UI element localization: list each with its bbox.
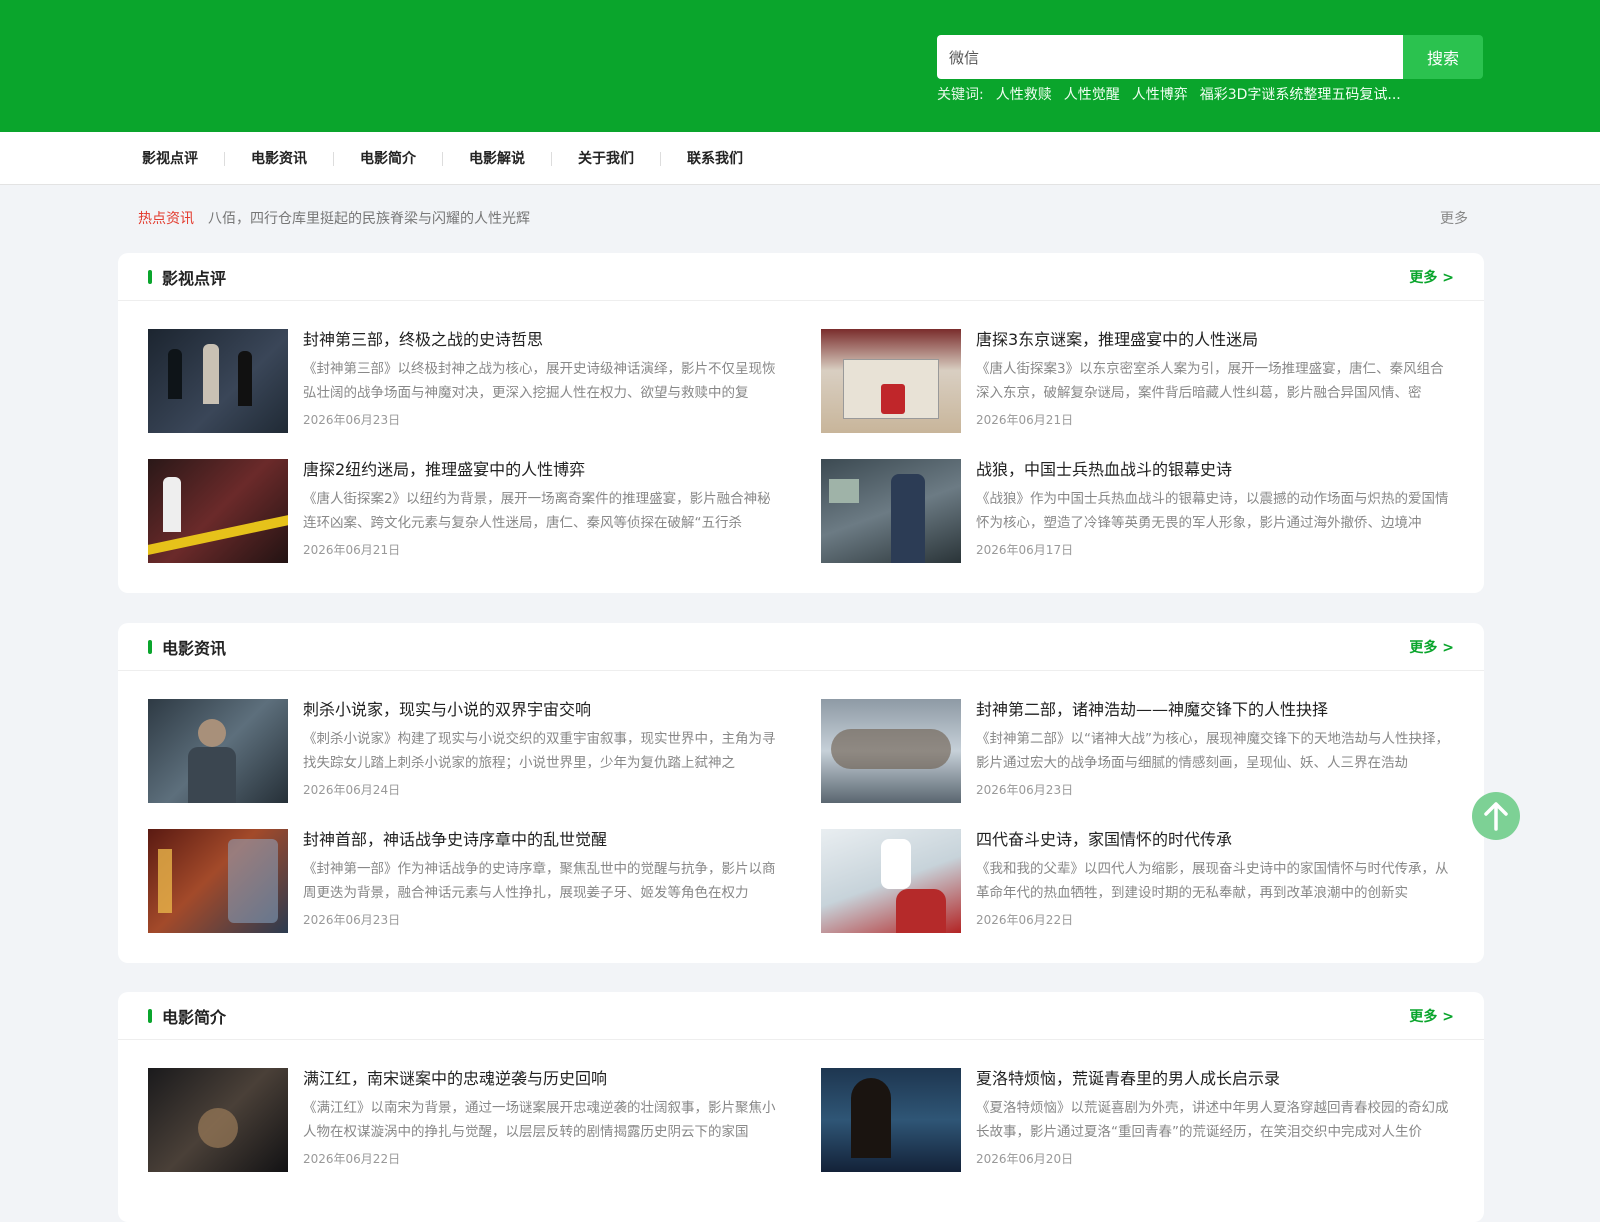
- article-summary: 《战狼》作为中国士兵热血战斗的银幕史诗，以震撼的动作场面与炽热的爱国情怀为核心，…: [976, 491, 1449, 531]
- section-header: 电影简介 更多 >: [118, 992, 1484, 1040]
- section-title: 电影资讯: [162, 638, 227, 658]
- article-title[interactable]: 刺杀小说家，现实与小说的双界宇宙交响: [303, 699, 783, 721]
- article-date: 2026年06月21日: [976, 413, 1074, 427]
- section-accent-bar: [148, 269, 152, 284]
- article-date: 2026年06月17日: [976, 543, 1074, 557]
- article-thumbnail[interactable]: [821, 329, 961, 433]
- section-title: 电影简介: [162, 1007, 227, 1027]
- section-header: 电影资讯 更多 >: [118, 623, 1484, 671]
- article-thumbnail[interactable]: [148, 459, 288, 563]
- hot-news-more-link[interactable]: 更多: [1440, 208, 1468, 228]
- nav-item-intro[interactable]: 电影简介: [334, 151, 443, 166]
- article-title[interactable]: 封神第三部，终极之战的史诗哲思: [303, 329, 783, 351]
- article-summary: 《我和我的父辈》以四代人为缩影，展现奋斗史诗中的家国情怀与时代传承，从革命年代的…: [976, 861, 1449, 901]
- back-to-top-button[interactable]: [1472, 792, 1520, 840]
- keyword-link[interactable]: 人性觉醒: [1064, 84, 1120, 104]
- article-date: 2026年06月23日: [976, 783, 1074, 797]
- article-thumbnail[interactable]: [148, 1068, 288, 1172]
- section-intro: 电影简介 更多 > 满江红，南宋谜案中的忠魂逆袭与历史回响 《满江红》以南宋为背…: [118, 992, 1484, 1222]
- article-summary: 《刺杀小说家》构建了现实与小说交织的双重宇宙叙事，现实世界中，主角为寻找失踪女儿…: [303, 731, 776, 771]
- article-card[interactable]: 封神首部，神话战争史诗序章中的乱世觉醒 《封神第一部》作为神话战争的史诗序章，聚…: [148, 829, 821, 933]
- article-card[interactable]: 战狼，中国士兵热血战斗的银幕史诗 《战狼》作为中国士兵热血战斗的银幕史诗，以震撼…: [821, 459, 1494, 563]
- article-summary: 《封神第三部》以终极封神之战为核心，展开史诗级神话演绎，影片不仅呈现恢弘壮阔的战…: [303, 361, 776, 401]
- article-card[interactable]: 刺杀小说家，现实与小说的双界宇宙交响 《刺杀小说家》构建了现实与小说交织的双重宇…: [148, 699, 821, 803]
- article-thumbnail[interactable]: [821, 699, 961, 803]
- section-accent-bar: [148, 639, 152, 654]
- article-thumbnail[interactable]: [148, 329, 288, 433]
- search-input[interactable]: [937, 35, 1403, 79]
- nav-item-news[interactable]: 电影资讯: [225, 151, 334, 166]
- article-summary: 《夏洛特烦恼》以荒诞喜剧为外壳，讲述中年男人夏洛穿越回青春校园的奇幻成长故事，影…: [976, 1100, 1449, 1140]
- article-thumbnail[interactable]: [821, 459, 961, 563]
- article-thumbnail[interactable]: [148, 829, 288, 933]
- search-box: 搜索: [937, 35, 1483, 79]
- article-thumbnail[interactable]: [821, 829, 961, 933]
- keyword-link[interactable]: 人性博弈: [1132, 84, 1188, 104]
- article-summary: 《封神第一部》作为神话战争的史诗序章，聚焦乱世中的觉醒与抗争，影片以商周更迭为背…: [303, 861, 776, 901]
- article-card[interactable]: 封神第三部，终极之战的史诗哲思 《封神第三部》以终极封神之战为核心，展开史诗级神…: [148, 329, 821, 433]
- article-card[interactable]: 唐探2纽约迷局，推理盛宴中的人性博弈 《唐人街探案2》以纽约为背景，展开一场离奇…: [148, 459, 821, 563]
- keyword-link[interactable]: 福彩3D字谜系统整理五码复试...: [1200, 84, 1401, 104]
- section-news: 电影资讯 更多 > 刺杀小说家，现实与小说的双界宇宙交响 《刺杀小说家》构建了现…: [118, 623, 1484, 963]
- article-summary: 《唐人街探案3》以东京密室杀人案为引，展开一场推理盛宴，唐仁、秦风组合深入东京，…: [976, 361, 1444, 401]
- article-card[interactable]: 唐探3东京谜案，推理盛宴中的人性迷局 《唐人街探案3》以东京密室杀人案为引，展开…: [821, 329, 1494, 433]
- hot-news-label: 热点资讯: [138, 211, 194, 227]
- nav-items: 影视点评 电影资讯 电影简介 电影解说 关于我们 联系我们: [140, 132, 769, 185]
- nav-item-about[interactable]: 关于我们: [552, 151, 661, 166]
- article-summary: 《满江红》以南宋为背景，通过一场谜案展开忠魂逆袭的壮阔叙事，影片聚焦小人物在权谋…: [303, 1100, 776, 1140]
- article-thumbnail[interactable]: [148, 699, 288, 803]
- article-title[interactable]: 唐探2纽约迷局，推理盛宴中的人性博弈: [303, 459, 783, 481]
- hot-news-bar: 热点资讯 八佰，四行仓库里挺起的民族脊梁与闪耀的人性光辉 更多: [138, 208, 1468, 228]
- article-summary: 《封神第二部》以“诸神大战”为核心，展现神魔交锋下的天地浩劫与人性抉择，影片通过…: [976, 731, 1449, 771]
- section-reviews: 影视点评 更多 > 封神第三部，终极之战的史诗哲思 《封神第三部》以终极封神之战…: [118, 253, 1484, 593]
- section-title: 影视点评: [162, 268, 227, 288]
- article-thumbnail[interactable]: [821, 1068, 961, 1172]
- article-title[interactable]: 封神首部，神话战争史诗序章中的乱世觉醒: [303, 829, 783, 851]
- section-more-link[interactable]: 更多 >: [1409, 267, 1454, 287]
- section-header: 影视点评 更多 >: [118, 253, 1484, 301]
- article-date: 2026年06月23日: [303, 913, 401, 927]
- article-date: 2026年06月20日: [976, 1152, 1074, 1166]
- article-card[interactable]: 封神第二部，诸神浩劫——神魔交锋下的人性抉择 《封神第二部》以“诸神大战”为核心…: [821, 699, 1494, 803]
- nav-item-commentary[interactable]: 电影解说: [443, 151, 552, 166]
- article-date: 2026年06月23日: [303, 413, 401, 427]
- section-more-link[interactable]: 更多 >: [1409, 1006, 1454, 1026]
- article-date: 2026年06月21日: [303, 543, 401, 557]
- article-date: 2026年06月24日: [303, 783, 401, 797]
- article-card[interactable]: 四代奋斗史诗，家国情怀的时代传承 《我和我的父辈》以四代人为缩影，展现奋斗史诗中…: [821, 829, 1494, 933]
- article-title[interactable]: 封神第二部，诸神浩劫——神魔交锋下的人性抉择: [976, 699, 1456, 721]
- nav-item-contact[interactable]: 联系我们: [661, 152, 769, 166]
- article-title[interactable]: 满江红，南宋谜案中的忠魂逆袭与历史回响: [303, 1068, 783, 1090]
- article-title[interactable]: 战狼，中国士兵热血战斗的银幕史诗: [976, 459, 1456, 481]
- article-title[interactable]: 唐探3东京谜案，推理盛宴中的人性迷局: [976, 329, 1456, 351]
- article-date: 2026年06月22日: [976, 913, 1074, 927]
- arrow-up-icon: [1484, 802, 1508, 831]
- article-summary: 《唐人街探案2》以纽约为背景，展开一场离奇案件的推理盛宴，影片融合神秘连环凶案、…: [303, 491, 771, 531]
- keyword-link[interactable]: 人性救赎: [996, 84, 1052, 104]
- keywords-bar: 关键词: 人性救赎 人性觉醒 人性博弈 福彩3D字谜系统整理五码复试...: [937, 84, 1401, 104]
- article-card[interactable]: 夏洛特烦恼，荒诞青春里的男人成长启示录 《夏洛特烦恼》以荒诞喜剧为外壳，讲述中年…: [821, 1068, 1494, 1172]
- article-title[interactable]: 四代奋斗史诗，家国情怀的时代传承: [976, 829, 1456, 851]
- search-button[interactable]: 搜索: [1403, 35, 1483, 79]
- section-accent-bar: [148, 1008, 152, 1023]
- keywords-label: 关键词:: [937, 87, 984, 103]
- hot-news-link[interactable]: 八佰，四行仓库里挺起的民族脊梁与闪耀的人性光辉: [208, 208, 1440, 228]
- section-more-link[interactable]: 更多 >: [1409, 637, 1454, 657]
- site-header: 搜索 关键词: 人性救赎 人性觉醒 人性博弈 福彩3D字谜系统整理五码复试...: [0, 0, 1600, 132]
- article-card[interactable]: 满江红，南宋谜案中的忠魂逆袭与历史回响 《满江红》以南宋为背景，通过一场谜案展开…: [148, 1068, 821, 1172]
- article-date: 2026年06月22日: [303, 1152, 401, 1166]
- nav-item-reviews[interactable]: 影视点评: [140, 151, 225, 166]
- article-title[interactable]: 夏洛特烦恼，荒诞青春里的男人成长启示录: [976, 1068, 1456, 1090]
